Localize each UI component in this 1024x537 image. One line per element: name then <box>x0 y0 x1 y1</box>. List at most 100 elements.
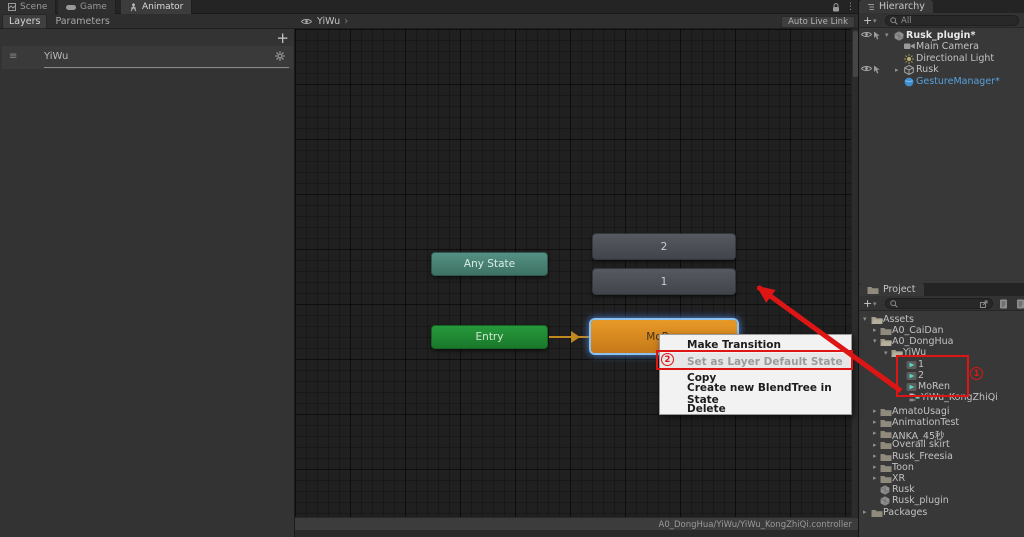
state-node-2[interactable]: 2 <box>592 233 736 260</box>
tab-layers[interactable]: Layers <box>2 14 47 29</box>
hierarchy-item-main-camera[interactable]: Main Camera <box>859 42 1024 53</box>
lock-icon[interactable] <box>832 3 840 12</box>
layer-underline <box>44 67 289 68</box>
expand-arrow-icon[interactable]: ▸ <box>873 429 877 437</box>
state-node-entry[interactable]: Entry <box>431 325 548 349</box>
collapse-arrow-icon[interactable]: ▾ <box>873 337 877 345</box>
add-layer-button[interactable]: + <box>276 31 289 45</box>
annotation-box-menu-item <box>656 350 853 370</box>
window-tab-strip: Scene Game Animator ⋮ <box>0 0 858 14</box>
project-item-label: AnimationTest <box>892 417 959 428</box>
context-menu: Make Transition Set as Layer Default Sta… <box>659 334 852 415</box>
scene-view-icon <box>8 3 16 11</box>
layer-name: YiWu <box>44 51 68 62</box>
annotation-step-2: 2 <box>661 353 674 366</box>
transition-arrow-icon <box>571 331 580 343</box>
menu-item-create-new-blendtree[interactable]: Create new BlendTree in State <box>660 386 851 402</box>
collapse-arrow-icon[interactable]: ▾ <box>885 31 889 39</box>
visibility-eye-icon[interactable] <box>861 31 872 38</box>
expand-arrow-icon[interactable]: ▸ <box>873 407 877 415</box>
animator-graph-canvas[interactable] <box>295 29 858 517</box>
tab-game-label: Game <box>80 2 107 12</box>
expand-arrow-icon[interactable]: ▸ <box>895 66 899 74</box>
kebab-menu-icon[interactable]: ⋮ <box>846 2 855 12</box>
project-item-rusk[interactable]: Rusk <box>859 484 1024 495</box>
collapse-arrow-icon[interactable]: ▾ <box>884 349 888 357</box>
collapse-arrow-icon[interactable]: ▾ <box>863 315 867 323</box>
unity-scene-icon <box>880 485 890 495</box>
project-item-label: A0_CaiDan <box>892 325 944 336</box>
project-item-rusk-plugin[interactable]: Rusk_plugin <box>859 496 1024 507</box>
transition-line[interactable] <box>549 336 591 338</box>
state-node-1[interactable]: 1 <box>592 268 736 295</box>
project-item-a0-caidan[interactable]: ▸ A0_CaiDan <box>859 325 1024 336</box>
light-icon <box>904 54 914 64</box>
project-item-overall-skirt[interactable]: ▸ Overall skirt <box>859 440 1024 451</box>
hierarchy-item-rusk-plugin-[interactable]: ▾ Rusk_plugin* <box>859 30 1024 41</box>
expand-arrow-icon[interactable]: ▸ <box>873 452 877 460</box>
breadcrumb[interactable]: YiWu <box>317 16 340 27</box>
hierarchy-item-label: Rusk_plugin* <box>906 30 975 41</box>
tab-parameters[interactable]: Parameters <box>49 15 115 28</box>
graph-horizontal-scrollbar[interactable] <box>295 530 858 537</box>
tab-scene[interactable]: Scene <box>0 0 56 14</box>
expand-arrow-icon[interactable]: ▸ <box>863 508 867 516</box>
layer-item-yiwu[interactable]: ≡ YiWu <box>2 46 293 69</box>
project-item-animationtest[interactable]: ▸ AnimationTest <box>859 417 1024 428</box>
project-item-label: Rusk <box>892 484 915 495</box>
project-item-label: AmatoUsagi <box>892 406 950 417</box>
gear-icon[interactable] <box>275 51 285 61</box>
project-item-toon[interactable]: ▸Toon <box>859 462 1024 473</box>
hierarchy-panel: Hierarchy + ▾ All ▾Rusk_plugin*Main Came… <box>858 0 1024 283</box>
tab-animator-label: Animator <box>142 2 183 12</box>
visibility-eye-icon[interactable] <box>861 65 872 72</box>
project-item-label: Assets <box>883 314 914 325</box>
project-item-label: XR <box>892 473 905 484</box>
folder-icon <box>880 474 892 484</box>
pick-icon[interactable] <box>872 31 881 40</box>
project-item-label: Packages <box>883 507 927 518</box>
hierarchy-item-label: GestureManager* <box>916 76 1000 87</box>
folder-icon <box>880 326 892 336</box>
project-item-packages[interactable]: ▸ Packages <box>859 507 1024 518</box>
graph-vertical-scrollbar[interactable] <box>851 29 858 517</box>
project-item-a0-donghua[interactable]: ▾ A0_DongHua <box>859 336 1024 347</box>
menu-item-delete[interactable]: Delete <box>660 402 851 416</box>
project-item-rusk-freesia[interactable]: ▸ Rusk_Freesia <box>859 451 1024 462</box>
annotation-step-1: 1 <box>970 367 983 380</box>
breadcrumb-chevron-icon: › <box>344 16 348 27</box>
eye-icon[interactable] <box>301 18 312 25</box>
project-item-label: Rusk_plugin <box>892 495 949 506</box>
folder-icon <box>871 508 883 518</box>
game-view-icon <box>66 4 76 11</box>
hierarchy-item-gesturemanager-[interactable]: GestureManager* <box>859 76 1024 87</box>
expand-arrow-icon[interactable]: ▸ <box>873 463 877 471</box>
folder-icon <box>880 463 892 473</box>
animator-view-icon <box>129 3 138 12</box>
auto-live-link-button[interactable]: Auto Live Link <box>781 16 855 28</box>
project-item-xr[interactable]: ▸ XR <box>859 473 1024 484</box>
unity-editor-window: Scene Game Animator ⋮ Layers Parameters … <box>0 0 1024 537</box>
hierarchy-item-directional-light[interactable]: Directional Light <box>859 53 1024 64</box>
animator-breadcrumb-bar: YiWu › Auto Live Link <box>295 14 858 29</box>
tab-animator[interactable]: Animator <box>121 0 192 14</box>
project-item-label: Rusk_Freesia <box>892 451 953 462</box>
hierarchy-item-rusk[interactable]: ▸Rusk <box>859 65 1024 76</box>
expand-arrow-icon[interactable]: ▸ <box>873 418 877 426</box>
project-item-label: A0_DongHua <box>892 336 953 347</box>
drag-handle-icon[interactable]: ≡ <box>9 51 16 62</box>
folder-open-icon <box>880 337 892 347</box>
expand-arrow-icon[interactable]: ▸ <box>873 441 877 449</box>
tab-game[interactable]: Game <box>58 0 116 14</box>
project-item-amatousagi[interactable]: ▸ AmatoUsagi <box>859 406 1024 417</box>
pick-icon[interactable] <box>872 65 881 74</box>
folder-icon <box>880 440 892 450</box>
expand-arrow-icon[interactable]: ▸ <box>873 326 877 334</box>
controller-path-statusbar: A0_DongHua/YiWu/YiWu_KongZhiQi.controlle… <box>295 517 858 530</box>
project-item-label: Overall skirt <box>892 439 950 450</box>
state-node-any-state[interactable]: Any State <box>431 252 548 276</box>
project-item-anka-45-[interactable]: ▸ANKA_45秒 <box>859 428 1024 439</box>
project-item-assets[interactable]: ▾ Assets <box>859 314 1024 325</box>
expand-arrow-icon[interactable]: ▸ <box>873 474 877 482</box>
unity-scene-icon <box>894 31 904 41</box>
